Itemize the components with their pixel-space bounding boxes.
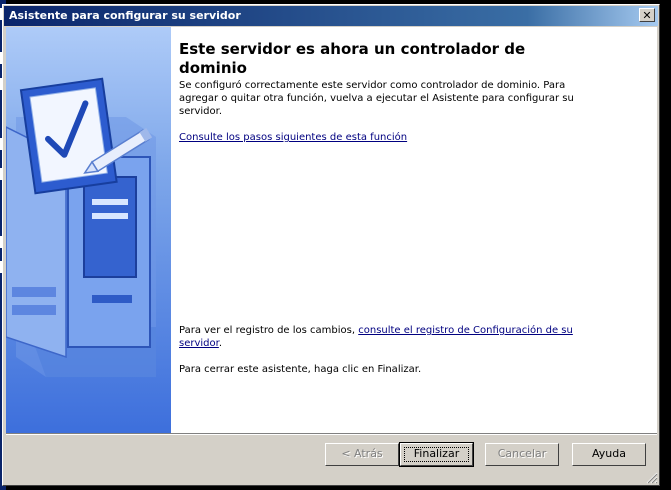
completion-description: Se configuró correctamente este servidor… [179,80,574,117]
wizard-window: Asistente para configurar su servidor ✕ [2,4,660,486]
button-separator [6,434,657,435]
back-button[interactable]: < Atrás [325,443,399,466]
resize-grip-icon[interactable] [646,472,658,484]
wizard-sidebar [6,27,171,433]
log-suffix: . [218,338,223,349]
finish-button[interactable]: Finalizar [399,442,474,467]
window-title: Asistente para configurar su servidor [9,9,241,22]
title-bar[interactable]: Asistente para configurar su servidor ✕ [4,6,658,26]
page-title: Este servidor es ahora un controlador de… [179,40,526,77]
wizard-content: Este servidor es ahora un controlador de… [179,27,649,433]
wizard-body: Este servidor es ahora un controlador de… [6,27,657,434]
log-paragraph: Para ver el registro de los cambios, con… [179,324,579,350]
help-button[interactable]: Ayuda [572,443,646,466]
close-instruction: Para cerrar este asistente, haga clic en… [179,364,422,375]
focus-rect [404,447,469,462]
close-button[interactable]: ✕ [639,8,655,22]
checklist-server-icon [6,77,156,377]
cancel-button[interactable]: Cancelar [485,443,559,466]
close-icon: ✕ [642,8,652,22]
next-steps-link[interactable]: Consulte los pasos siguientes de esta fu… [179,132,407,143]
log-prefix: Para ver el registro de los cambios, [179,325,359,336]
